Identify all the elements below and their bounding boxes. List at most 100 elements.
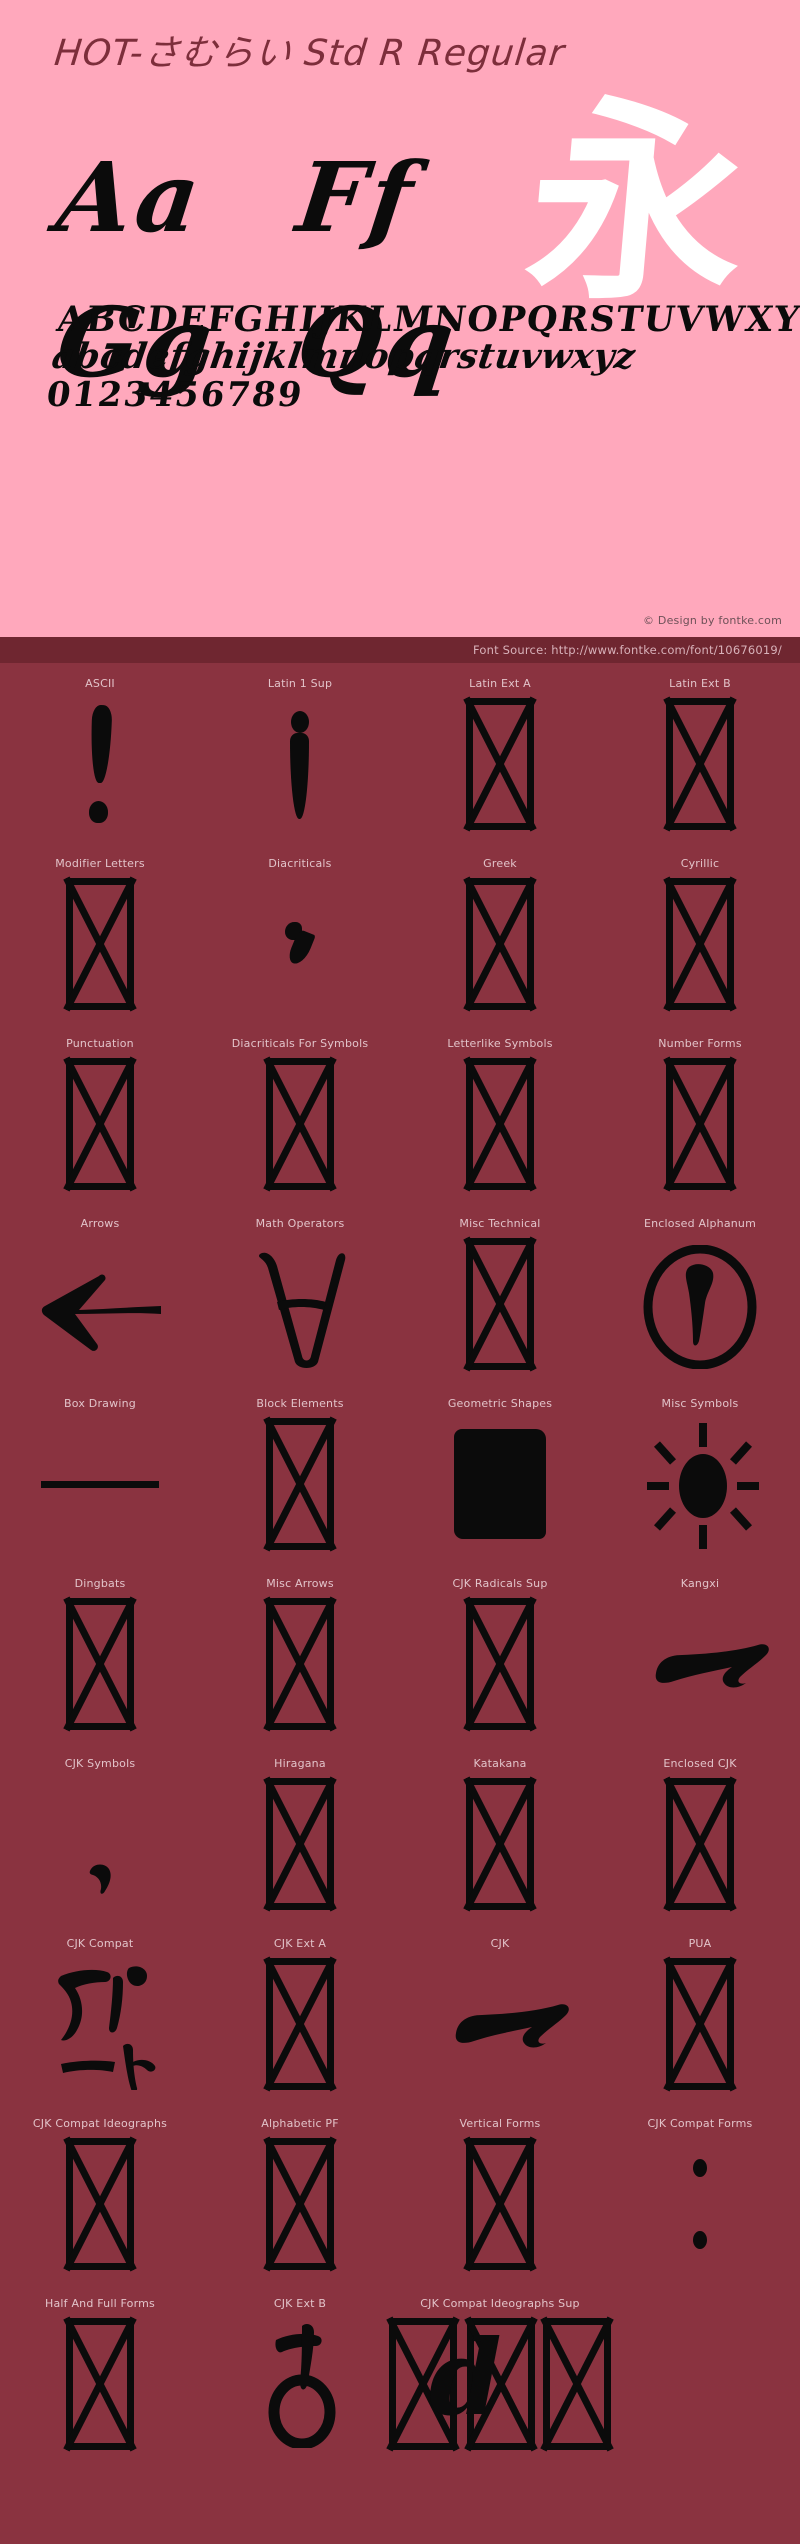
cjk-compat-forms-dots — [693, 2138, 707, 2270]
unicode-block-art — [66, 878, 134, 1010]
sun-symbol-glyph — [645, 1421, 759, 1549]
unicode-block-cell: Enclosed CJK — [600, 1743, 800, 1923]
unicode-block-label: Alphabetic PF — [261, 2117, 339, 2130]
overlay-glyph: d — [429, 2316, 502, 2439]
unicode-block-cell: Geometric Shapes — [400, 1383, 600, 1563]
unicode-block-label: CJK Symbols — [64, 1757, 136, 1770]
unicode-block-grid: ASCII Latin 1 Sup Latin Ext A Latin Ext B Mo… — [0, 663, 800, 2463]
unicode-block-art — [466, 1778, 534, 1910]
unicode-block-cell: ASCII — [0, 663, 200, 843]
unicode-block-art — [666, 1058, 734, 1190]
unicode-block-label: Latin 1 Sup — [267, 677, 333, 690]
unicode-block-art — [35, 1238, 165, 1370]
unicode-block-art — [85, 1778, 115, 1910]
unicode-block-art — [641, 1238, 759, 1370]
notdef-box-icon — [266, 1958, 334, 2090]
notdef-box-icon — [66, 1058, 134, 1190]
unicode-block-label: CJK Ext A — [273, 1937, 327, 1950]
unicode-block-label: Number Forms — [658, 1037, 742, 1050]
unicode-block-label: CJK Ext B — [273, 2297, 327, 2310]
box-drawing-line-glyph — [41, 1480, 159, 1488]
unicode-block-label: Geometric Shapes — [447, 1397, 553, 1410]
unicode-block-label: Diacriticals — [268, 857, 332, 870]
unicode-block-label: Half And Full Forms — [45, 2297, 155, 2310]
letter-pair-ff: Ff — [291, 141, 423, 254]
notdef-box-icon — [466, 1778, 534, 1910]
cjk-symbol-glyph — [85, 1777, 115, 1912]
unicode-block-art — [250, 1238, 350, 1370]
unicode-block-cell: Letterlike Symbols — [400, 1023, 600, 1203]
digits-sample: 0123456789 — [43, 375, 307, 415]
cjk-ext-b-glyph — [260, 2316, 340, 2453]
notdef-box-icon — [66, 2138, 134, 2270]
unicode-block-label: Latin Ext B — [669, 677, 731, 690]
notdef-box-icon — [666, 878, 734, 1010]
notdef-box-icon — [466, 1058, 534, 1190]
design-credit: © Design by fontke.com — [643, 614, 782, 627]
circled-exclamation-glyph — [641, 1244, 759, 1370]
unicode-block-label: Box Drawing — [64, 1397, 136, 1410]
unicode-block-label: Enclosed Alphanum — [643, 1217, 757, 1230]
notdef-box-icon — [66, 878, 134, 1010]
unicode-block-label: Vertical Forms — [459, 2117, 541, 2130]
notdef-box-icon — [543, 2318, 611, 2450]
unicode-block-label: CJK Compat Forms — [647, 2117, 753, 2130]
unicode-block-art — [260, 2318, 340, 2450]
notdef-box-icon — [466, 878, 534, 1010]
kanji-sample-wrap: 永 — [492, 78, 782, 329]
unicode-block-art — [266, 1958, 334, 2090]
unicode-block-label: Dingbats — [74, 1577, 126, 1590]
unicode-block-art — [466, 1058, 534, 1190]
unicode-block-cell: Punctuation — [0, 1023, 200, 1203]
unicode-block-art — [66, 2138, 134, 2270]
unicode-block-label: CJK Compat Ideographs — [32, 2117, 168, 2130]
notdef-box-icon — [466, 1238, 534, 1370]
unicode-block-label: PUA — [688, 1937, 712, 1950]
unicode-block-cell: Latin Ext A — [400, 663, 600, 843]
notdef-box-icon — [266, 2138, 334, 2270]
unicode-block-art — [266, 1418, 334, 1550]
unicode-block-cell: CJK Ext A — [200, 1923, 400, 2103]
unicode-block-art — [645, 1418, 759, 1550]
notdef-box-icon — [66, 2318, 134, 2450]
unicode-block-cell: Hiragana — [200, 1743, 400, 1923]
unicode-block-cell: CJK Symbols — [0, 1743, 200, 1923]
unicode-block-art — [41, 1418, 159, 1550]
unicode-block-art — [652, 1598, 769, 1730]
notdef-box-icon — [666, 1958, 734, 2090]
unicode-block-cell: Number Forms — [600, 1023, 800, 1203]
unicode-block-art — [666, 698, 734, 830]
unicode-block-art — [452, 1958, 569, 2090]
unicode-block-label: Misc Arrows — [266, 1577, 334, 1590]
unicode-block-art — [66, 2318, 134, 2450]
notdef-box-icon — [66, 1598, 134, 1730]
unicode-block-cell: CJK — [400, 1923, 600, 2103]
unicode-block-cell: Diacriticals — [200, 843, 400, 1023]
dot-icon — [693, 2159, 707, 2177]
unicode-block-label: Punctuation — [66, 1037, 134, 1050]
uppercase-sample: ABCDEFGHIJKLMNOPQRSTUVWXYZ — [54, 299, 800, 340]
unicode-block-art — [266, 2138, 334, 2270]
alphabet-block: ABCDEFGHIJKLMNOPQRSTUVWXYZ abcdefghijklm… — [43, 299, 800, 415]
notdef-box-icon — [666, 1778, 734, 1910]
unicode-block-cell: CJK Ext B — [200, 2283, 400, 2463]
unicode-block-art — [666, 1958, 734, 2090]
unicode-block-label: Modifier Letters — [55, 857, 145, 870]
unicode-block-art — [466, 1238, 534, 1370]
notdef-box-icon — [666, 1058, 734, 1190]
notdef-box-icon — [466, 2138, 534, 2270]
unicode-block-cell: Half And Full Forms — [0, 2283, 200, 2463]
unicode-block-cell: Alphabetic PF — [200, 2103, 400, 2283]
filled-square-glyph — [454, 1429, 546, 1539]
unicode-block-label: Latin Ext A — [469, 677, 531, 690]
unicode-block-label: Katakana — [473, 1757, 527, 1770]
unicode-block-label: Math Operators — [255, 1217, 345, 1230]
unicode-block-label: CJK Compat Ideographs Sup — [420, 2297, 580, 2310]
unicode-block-art — [89, 698, 113, 830]
unicode-block-cell: CJK Compat Ideographs — [0, 2103, 200, 2283]
unicode-block-cell: Modifier Letters — [0, 843, 200, 1023]
specimen-panel: HOT-さむらい Std R Regular Aa Ff Gg Qq 永 ABC… — [0, 0, 800, 637]
unicode-block-cell: Block Elements — [200, 1383, 400, 1563]
unicode-block-label: Diacriticals For Symbols — [231, 1037, 369, 1050]
unicode-block-cell: Diacriticals For Symbols — [200, 1023, 400, 1203]
